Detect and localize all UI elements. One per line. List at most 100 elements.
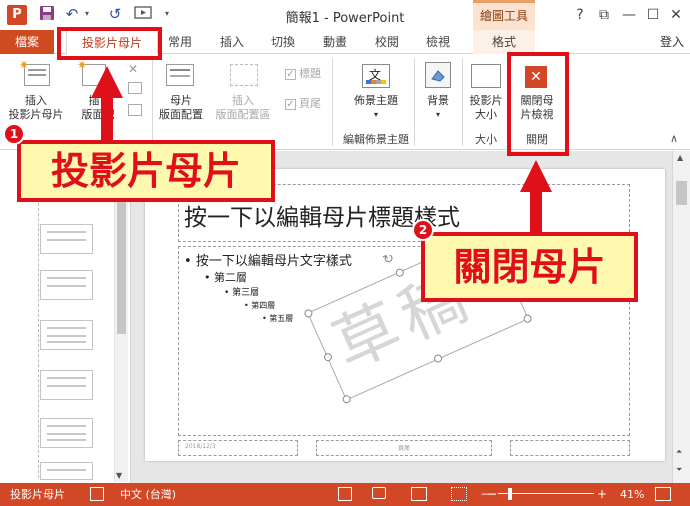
layout-thumbnail[interactable] <box>40 224 93 254</box>
tab-transitions[interactable]: 切換 <box>266 30 300 54</box>
minimize-button[interactable]: — <box>617 5 641 25</box>
scroll-up-icon[interactable]: ▲ <box>677 153 683 162</box>
previous-slide-icon[interactable]: ⏶ <box>676 447 682 457</box>
annotation-highlight-close <box>507 52 569 156</box>
rename-icon[interactable] <box>128 82 142 94</box>
notes-icon[interactable] <box>338 487 352 501</box>
insert-placeholder-button[interactable]: 插入 版面配置區 <box>208 60 278 126</box>
themes-button[interactable]: 文 佈景主題 ▾ <box>346 60 406 126</box>
collapse-ribbon-icon[interactable]: ∧ <box>670 132 678 145</box>
bullet-level-2-text: 第二層 <box>214 271 247 284</box>
bullet-level-5: • 第五層 <box>262 314 294 323</box>
footer-placeholder[interactable]: 頁尾 <box>316 440 492 456</box>
ribbon-separator <box>462 58 463 146</box>
tab-insert[interactable]: 插入 <box>215 30 249 54</box>
date-placeholder[interactable]: 2018/12/3 <box>178 440 298 456</box>
bullet-level-2: • 第二層 <box>204 271 247 284</box>
zoom-slider-thumb[interactable] <box>508 488 512 500</box>
title-checkbox-label: 標題 <box>299 67 321 80</box>
footer-checkbox[interactable]: ✓ <box>285 99 296 110</box>
next-slide-icon[interactable]: ⏷ <box>676 465 682 475</box>
master-layout-button[interactable]: 母片 版面配置 <box>156 60 206 126</box>
zoom-slider-track[interactable] <box>498 493 594 494</box>
master-layout-label-2: 版面配置 <box>159 108 203 121</box>
ribbon-separator <box>152 58 153 146</box>
annotation-badge-2: 2 <box>412 219 434 241</box>
background-icon <box>425 62 451 88</box>
sign-in-link[interactable]: 登入 <box>660 30 684 54</box>
insert-slide-master-button[interactable]: ✷ 插入 投影片母片 <box>6 58 66 126</box>
bullet-level-3: • 第三層 <box>224 288 260 298</box>
layout-thumbnail[interactable] <box>40 462 93 480</box>
layout-thumbnail[interactable] <box>40 370 93 400</box>
slide-sorter-icon[interactable] <box>451 487 467 501</box>
date-placeholder-text: 2018/12/3 <box>185 443 216 450</box>
canvas-scrollbar-thumb[interactable] <box>676 181 687 205</box>
ribbon-separator <box>332 58 333 146</box>
status-language[interactable]: 中文 (台灣) <box>120 483 176 506</box>
layout-thumbnail[interactable] <box>40 320 93 350</box>
drawing-tools-context-label: 繪圖工具 <box>473 0 535 30</box>
slide-size-label-1: 投影片 <box>469 94 503 107</box>
powerpoint-logo-icon: P <box>7 5 27 25</box>
tab-file[interactable]: 檔案 <box>0 30 54 54</box>
zoom-out-icon[interactable]: − <box>487 483 497 506</box>
ribbon-display-options-icon[interactable]: ⧉ <box>592 5 616 25</box>
themes-dropdown-icon: ▾ <box>373 110 378 119</box>
maximize-button[interactable]: ☐ <box>641 5 665 25</box>
background-dropdown-icon: ▾ <box>435 110 440 119</box>
layout-thumbnail[interactable] <box>40 418 93 448</box>
layout-thumbnail[interactable] <box>40 270 93 300</box>
preserve-icon[interactable] <box>128 104 142 116</box>
footer-checkbox-label: 頁尾 <box>299 97 321 110</box>
bullet-level-1-text: 按一下以編輯母片文字樣式 <box>195 254 352 269</box>
annotation-arrow-2 <box>530 190 542 236</box>
undo-icon[interactable]: ↶ <box>63 5 81 23</box>
title-checkbox[interactable]: ✓ <box>285 69 296 80</box>
bullet-level-5-text: 第五層 <box>269 314 294 323</box>
scroll-down-icon[interactable]: ▼ <box>116 471 122 480</box>
zoom-in-icon[interactable]: + <box>597 483 607 506</box>
thumbnail-scrollbar[interactable]: ▼ <box>114 160 128 482</box>
tab-home[interactable]: 常用 <box>163 30 197 54</box>
annotation-arrowhead-1 <box>91 66 123 98</box>
fit-to-window-icon[interactable] <box>655 487 671 501</box>
insert-slide-master-icon: ✷ <box>19 58 50 86</box>
tab-format[interactable]: 格式 <box>473 30 535 54</box>
proofing-icon[interactable] <box>90 487 104 501</box>
insert-placeholder-label-2: 版面配置區 <box>215 108 271 121</box>
bullet-level-1: • 按一下以編輯母片文字樣式 <box>184 254 352 269</box>
status-view-name: 投影片母片 <box>10 488 65 501</box>
group-label-edit-theme: 編輯佈景主題 <box>343 133 409 146</box>
undo-dropdown-icon[interactable]: ▾ <box>82 5 92 23</box>
slide-number-placeholder[interactable] <box>510 440 630 456</box>
canvas-scrollbar[interactable]: ▲ ⏶ ⏷ <box>672 151 690 483</box>
annotation-arrowhead-2 <box>520 160 552 192</box>
tab-view[interactable]: 檢視 <box>421 30 455 54</box>
redo-icon[interactable]: ↺ <box>106 5 124 23</box>
background-button[interactable]: 背景 ▾ <box>418 60 458 126</box>
themes-label: 佈景主題 <box>354 94 398 107</box>
background-label: 背景 <box>427 94 449 107</box>
slide-size-button[interactable]: 投影片 大小 <box>466 60 506 126</box>
start-slideshow-icon[interactable] <box>134 5 152 23</box>
tab-animations[interactable]: 動畫 <box>318 30 352 54</box>
slide-size-icon <box>471 64 501 88</box>
slide-size-label-2: 大小 <box>475 108 497 121</box>
zoom-level[interactable]: 41% <box>620 483 644 506</box>
close-window-button[interactable]: ✕ <box>664 5 688 25</box>
comments-icon[interactable] <box>372 487 386 499</box>
insert-layout-label-2: 版面配 <box>81 108 115 121</box>
thumbnail-pane-dashed-line <box>38 188 39 478</box>
annotation-badge-1: 1 <box>3 123 25 145</box>
delete-icon[interactable]: ✕ <box>128 62 142 76</box>
help-icon[interactable]: ? <box>568 5 592 25</box>
bullet-level-4-text: 第四層 <box>251 301 276 310</box>
tab-review[interactable]: 校閱 <box>370 30 404 54</box>
save-icon[interactable] <box>38 5 56 23</box>
annotation-callout-1: 投影片母片 <box>17 140 275 202</box>
customize-quick-access-icon[interactable]: ▾ <box>162 5 172 23</box>
normal-view-icon[interactable] <box>411 487 427 501</box>
ribbon-separator <box>414 58 415 146</box>
bullet-level-3-text: 第三層 <box>232 288 260 298</box>
